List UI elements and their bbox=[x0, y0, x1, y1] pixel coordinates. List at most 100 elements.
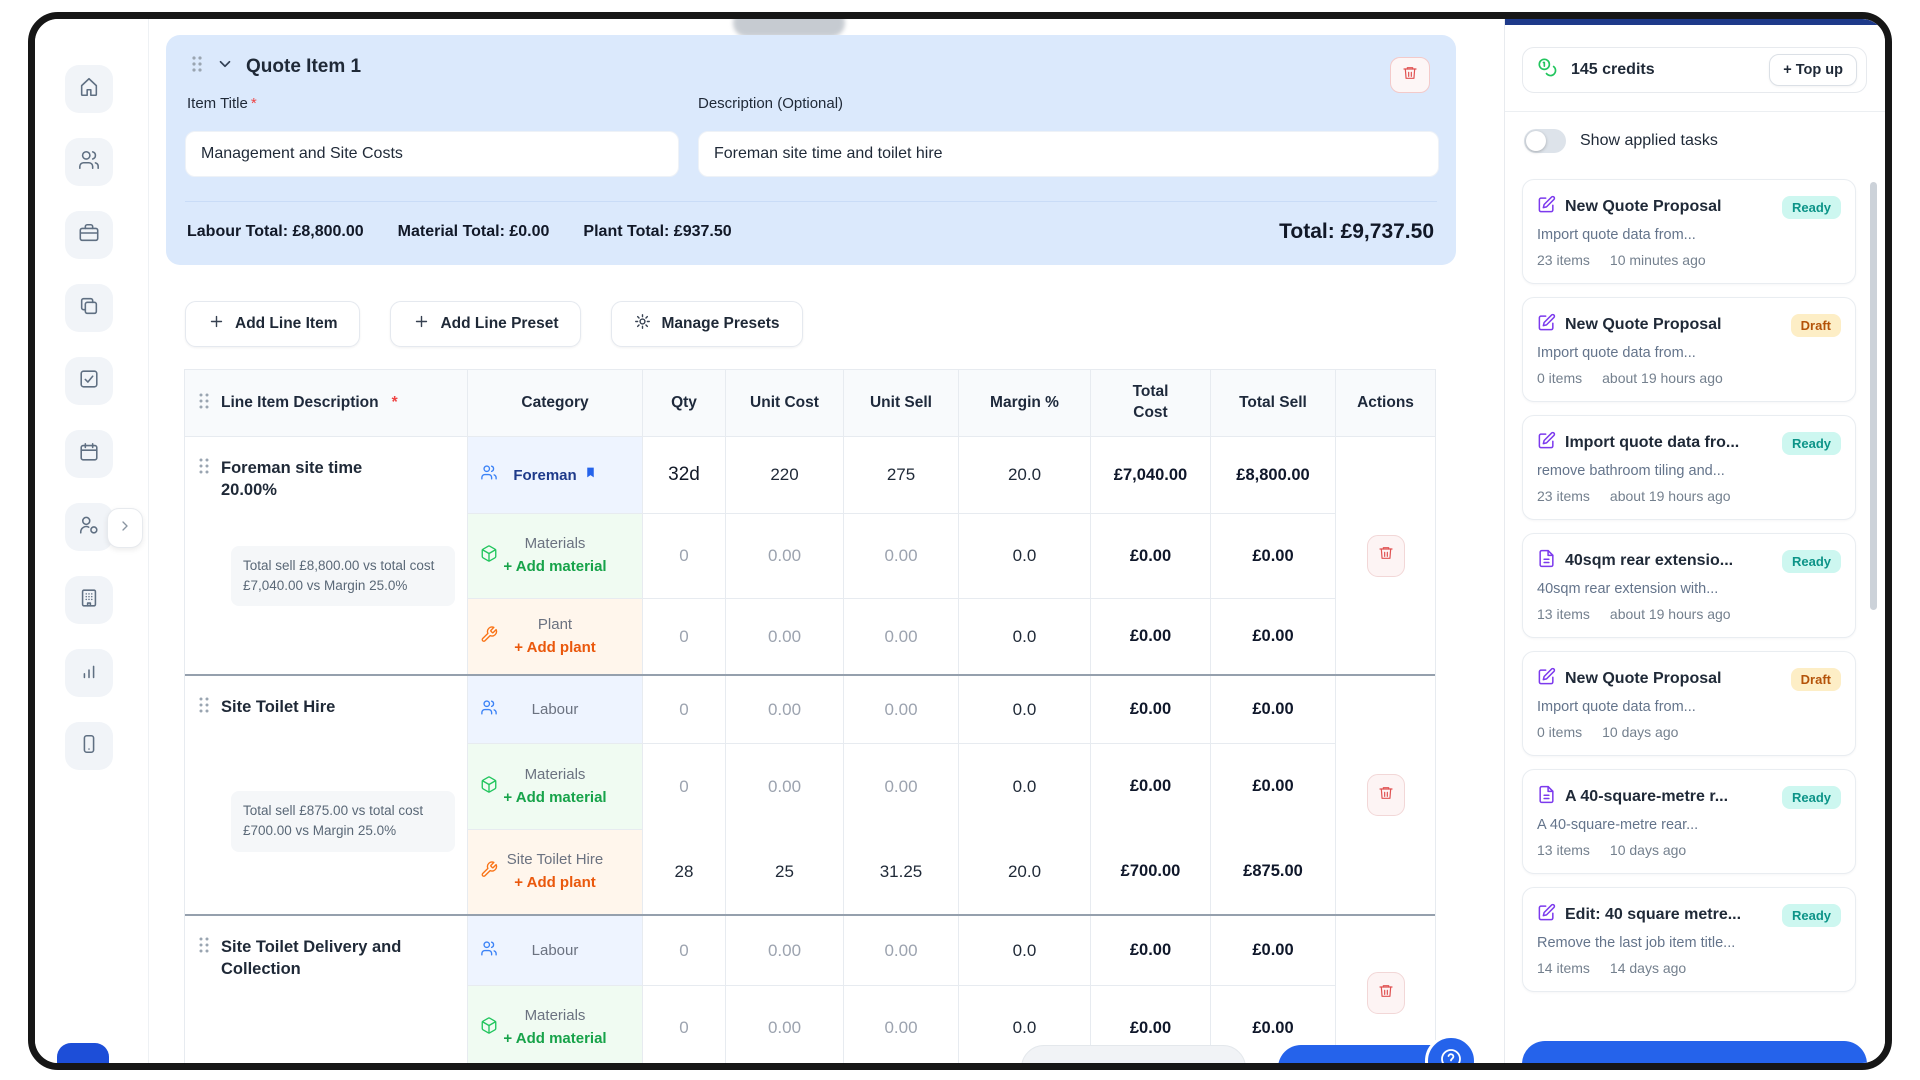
task-description: Import quote data from... bbox=[1537, 227, 1841, 243]
qty-cell[interactable]: 0 bbox=[642, 513, 725, 598]
total-sell-cell: £0.00 bbox=[1210, 598, 1335, 674]
line-item-group: Site Toilet Hire Total sell £875.00 vs t… bbox=[185, 674, 1435, 914]
nav-documents-button[interactable] bbox=[65, 284, 113, 332]
show-applied-tasks-toggle[interactable] bbox=[1524, 129, 1566, 153]
delete-line-item-button[interactable] bbox=[1367, 535, 1405, 577]
task-item-count: 23 items bbox=[1537, 252, 1590, 268]
category-cell-materials[interactable]: Materials + Add material bbox=[467, 513, 642, 598]
category-label: Materials bbox=[525, 535, 586, 552]
unit-cost-cell[interactable]: 0.00 bbox=[725, 513, 843, 598]
unit-cost-cell[interactable]: 0.00 bbox=[725, 916, 843, 985]
qty-cell[interactable]: 0 bbox=[642, 985, 725, 1070]
item-title-input[interactable] bbox=[185, 131, 679, 177]
delete-line-item-button[interactable] bbox=[1367, 774, 1405, 816]
category-cell-labour[interactable]: Labour bbox=[467, 676, 642, 743]
panel-primary-button[interactable] bbox=[1522, 1041, 1867, 1070]
nav-calendar-button[interactable] bbox=[65, 430, 113, 478]
add-material-link[interactable]: + Add material bbox=[503, 557, 606, 577]
margin-cell[interactable]: 0.0 bbox=[958, 676, 1090, 743]
nav-tasks-button[interactable] bbox=[65, 357, 113, 405]
category-label: Foreman bbox=[513, 467, 576, 484]
category-cell-site-toilet-hire[interactable]: Site Toilet Hire + Add plant bbox=[467, 829, 642, 914]
drag-handle-icon[interactable] bbox=[197, 696, 211, 719]
task-title: New Quote Proposal bbox=[1565, 316, 1721, 334]
manage-presets-button[interactable]: Manage Presets bbox=[611, 301, 802, 347]
unit-sell-cell[interactable]: 0.00 bbox=[843, 676, 958, 743]
delete-quote-item-button[interactable] bbox=[1390, 57, 1430, 93]
margin-cell[interactable]: 0.0 bbox=[958, 513, 1090, 598]
panel-top-bar bbox=[1505, 19, 1885, 25]
unit-cost-cell[interactable]: 0.00 bbox=[725, 743, 843, 829]
nav-company-button[interactable] bbox=[65, 576, 113, 624]
sidebar-expand-button[interactable] bbox=[107, 508, 143, 548]
tasks-scrollbar[interactable] bbox=[1870, 182, 1877, 610]
task-card[interactable]: New Quote ProposalDraft Import quote dat… bbox=[1522, 651, 1856, 756]
qty-cell[interactable]: 0 bbox=[642, 598, 725, 674]
unit-cost-cell[interactable]: 0.00 bbox=[725, 598, 843, 674]
task-card[interactable]: A 40-square-metre r...Ready A 40-square-… bbox=[1522, 769, 1856, 874]
bottom-left-action-button[interactable] bbox=[57, 1043, 109, 1070]
unit-cost-cell[interactable]: 0.00 bbox=[725, 985, 843, 1070]
unit-sell-cell[interactable]: 0.00 bbox=[843, 743, 958, 829]
nav-home-button[interactable] bbox=[65, 65, 113, 113]
margin-cell[interactable]: 20.0 bbox=[958, 829, 1090, 914]
nav-contacts-button[interactable] bbox=[65, 138, 113, 186]
nav-mobile-button[interactable] bbox=[65, 722, 113, 770]
margin-cell[interactable]: 0.0 bbox=[958, 743, 1090, 829]
task-card[interactable]: New Quote ProposalReady Import quote dat… bbox=[1522, 179, 1856, 284]
trash-icon bbox=[1378, 983, 1394, 1004]
description-input[interactable] bbox=[698, 131, 1439, 177]
margin-cell[interactable]: 20.0 bbox=[958, 437, 1090, 513]
drag-handle-icon[interactable] bbox=[190, 55, 204, 78]
nav-jobs-button[interactable] bbox=[65, 211, 113, 259]
question-icon bbox=[1439, 1047, 1463, 1071]
coins-icon bbox=[1537, 57, 1559, 84]
task-card[interactable]: Import quote data fro...Ready remove bat… bbox=[1522, 415, 1856, 520]
category-cell-materials[interactable]: Materials + Add material bbox=[467, 743, 642, 829]
unit-sell-cell[interactable]: 31.25 bbox=[843, 829, 958, 914]
add-plant-link[interactable]: + Add plant bbox=[514, 873, 596, 893]
task-timestamp: 10 days ago bbox=[1602, 724, 1678, 740]
line-item-title[interactable]: Site Toilet Delivery and Collection bbox=[221, 936, 416, 981]
add-plant-link[interactable]: + Add plant bbox=[514, 638, 596, 658]
task-card[interactable]: New Quote ProposalDraft Import quote dat… bbox=[1522, 297, 1856, 402]
add-material-link[interactable]: + Add material bbox=[503, 1029, 606, 1049]
item-title-label: Item Title* bbox=[187, 95, 257, 112]
task-card[interactable]: Edit: 40 square metre...Ready Remove the… bbox=[1522, 887, 1856, 992]
task-card[interactable]: 40sqm rear extensio...Ready 40sqm rear e… bbox=[1522, 533, 1856, 638]
unit-cost-cell[interactable]: 25 bbox=[725, 829, 843, 914]
category-cell-materials[interactable]: Materials + Add material bbox=[467, 985, 642, 1070]
unit-sell-cell[interactable]: 0.00 bbox=[843, 513, 958, 598]
line-item-title[interactable]: Foreman site time 20.00% bbox=[221, 457, 416, 502]
category-cell-plant[interactable]: Plant + Add plant bbox=[467, 598, 642, 674]
unit-sell-cell[interactable]: 0.00 bbox=[843, 598, 958, 674]
qty-cell[interactable]: 32d bbox=[642, 437, 725, 513]
category-cell-labour[interactable]: Labour bbox=[467, 916, 642, 985]
category-label: Plant bbox=[538, 616, 572, 633]
margin-cell[interactable]: 0.0 bbox=[958, 598, 1090, 674]
qty-cell[interactable]: 0 bbox=[642, 743, 725, 829]
delete-line-item-button[interactable] bbox=[1367, 972, 1405, 1014]
qty-cell[interactable]: 28 bbox=[642, 829, 725, 914]
qty-cell[interactable]: 0 bbox=[642, 916, 725, 985]
qty-cell[interactable]: 0 bbox=[642, 676, 725, 743]
collapse-chevron-icon[interactable] bbox=[216, 55, 234, 78]
add-material-link[interactable]: + Add material bbox=[503, 788, 606, 808]
top-up-button[interactable]: + Top up bbox=[1769, 54, 1857, 86]
unit-sell-cell[interactable]: 0.00 bbox=[843, 916, 958, 985]
add-line-preset-button[interactable]: Add Line Preset bbox=[390, 301, 581, 347]
bottom-secondary-button[interactable] bbox=[1021, 1045, 1246, 1070]
unit-sell-cell[interactable]: 275 bbox=[843, 437, 958, 513]
quote-item-title: Quote Item 1 bbox=[246, 56, 361, 78]
margin-cell[interactable]: 0.0 bbox=[958, 916, 1090, 985]
category-cell-foreman[interactable]: Foreman bbox=[467, 437, 642, 513]
unit-sell-cell[interactable]: 0.00 bbox=[843, 985, 958, 1070]
unit-cost-cell[interactable]: 220 bbox=[725, 437, 843, 513]
nav-user-settings-button[interactable] bbox=[65, 503, 113, 551]
unit-cost-cell[interactable]: 0.00 bbox=[725, 676, 843, 743]
drag-handle-icon[interactable] bbox=[197, 936, 211, 959]
nav-reports-button[interactable] bbox=[65, 649, 113, 697]
line-item-title[interactable]: Site Toilet Hire bbox=[221, 696, 335, 718]
add-line-item-button[interactable]: Add Line Item bbox=[185, 301, 360, 347]
drag-handle-icon[interactable] bbox=[197, 457, 211, 480]
